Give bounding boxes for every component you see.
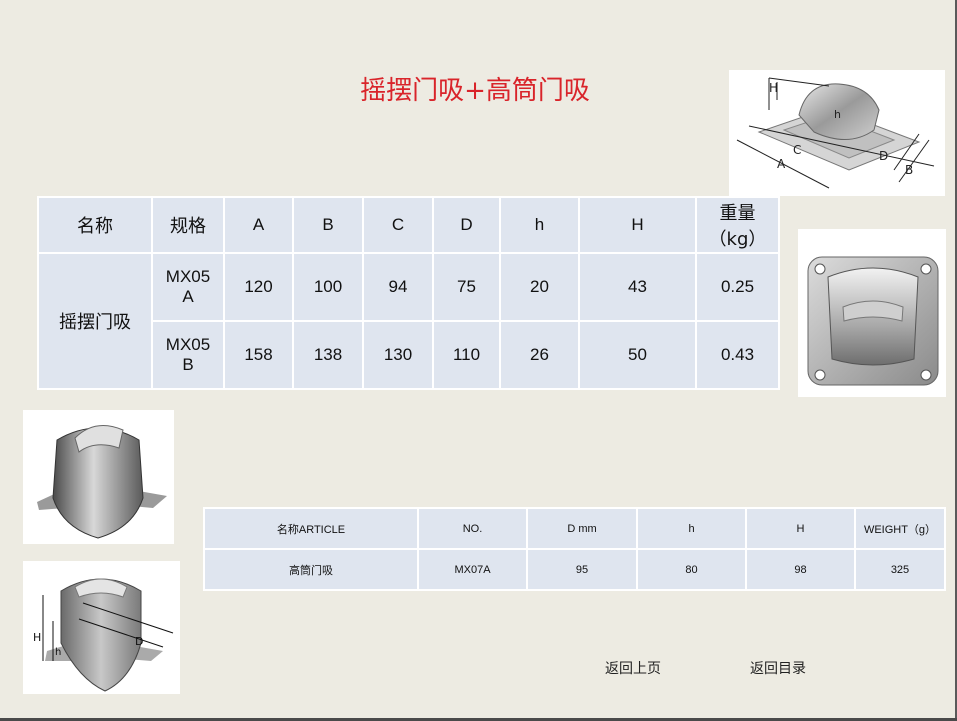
product-name-cell: 摇摆门吸 [37, 252, 153, 390]
table-row: 高筒门吸 MX07A 95 80 98 325 [203, 548, 946, 591]
header-B: B [292, 196, 364, 254]
header-D: D [432, 196, 501, 254]
label-A: A [777, 157, 786, 171]
cell-H: 43 [578, 252, 697, 322]
header-H: H [578, 196, 697, 254]
tall-door-stop-spec-table: 名称ARTICLE NO. D mm h H WEIGHT（g） 高筒门吸 MX… [203, 507, 946, 591]
tall-door-stop-photo [23, 410, 174, 544]
header-H: H [745, 507, 856, 550]
back-to-catalog-link[interactable]: 返回目录 [750, 658, 806, 678]
header-no: NO. [417, 507, 528, 550]
cell-B: 138 [292, 320, 364, 390]
label-h: h [834, 108, 841, 121]
cell-B: 100 [292, 252, 364, 322]
swing-door-stop-photo [798, 229, 946, 397]
label-B: B [905, 163, 913, 177]
cell-no: MX07A [417, 548, 528, 591]
back-previous-page-link[interactable]: 返回上页 [605, 658, 661, 678]
diagram2-label-H: H [33, 631, 41, 644]
cell-H: 98 [745, 548, 856, 591]
header-A: A [223, 196, 294, 254]
spec-cell: MX05 A [151, 252, 225, 322]
cell-A: 120 [223, 252, 294, 322]
cell-h: 26 [499, 320, 580, 390]
header-spec: 规格 [151, 196, 225, 254]
label-C: C [793, 143, 801, 157]
tall-door-stop-diagram: H h D [23, 561, 180, 694]
cell-C: 94 [362, 252, 434, 322]
swing-door-stop-spec-table: 名称 规格 A B C D h H 重量（kg） 摇摆门吸 MX05 A 120 … [37, 196, 780, 390]
header-C: C [362, 196, 434, 254]
label-D: D [879, 149, 888, 163]
cell-article: 高筒门吸 [203, 548, 419, 591]
diagram2-label-h: h [55, 647, 61, 658]
spec-line1: MX05 [165, 335, 211, 354]
header-weight: 重量（kg） [695, 196, 780, 254]
cell-C: 130 [362, 320, 434, 390]
header-name: 名称 [37, 196, 153, 254]
table-header-row: 名称 规格 A B C D h H 重量（kg） [37, 196, 780, 254]
page-title: 摇摆门吸+高筒门吸 [360, 76, 590, 106]
header-h: h [636, 507, 747, 550]
spec-line1: MX05 [165, 267, 211, 286]
cell-A: 158 [223, 320, 294, 390]
spec-cell: MX05 B [151, 320, 225, 390]
cell-D: 110 [432, 320, 501, 390]
cell-D: 75 [432, 252, 501, 322]
cell-weight: 0.43 [695, 320, 780, 390]
cell-h: 80 [636, 548, 747, 591]
header-d-mm: D mm [526, 507, 638, 550]
header-article: 名称ARTICLE [203, 507, 419, 550]
diagram2-label-D: D [135, 635, 143, 648]
dimension-diagram-image: H h A B C D [729, 70, 945, 196]
cell-d-mm: 95 [526, 548, 638, 591]
cell-H: 50 [578, 320, 697, 390]
table-header-row: 名称ARTICLE NO. D mm h H WEIGHT（g） [203, 507, 946, 550]
cell-weight-g: 325 [854, 548, 946, 591]
spec-line2: A [182, 287, 194, 306]
spec-line2: B [182, 355, 194, 374]
label-H: H [769, 81, 778, 95]
table-row: 摇摆门吸 MX05 A 120 100 94 75 20 43 0.25 [37, 252, 780, 390]
header-h: h [499, 196, 580, 254]
cell-weight: 0.25 [695, 252, 780, 322]
header-weight-g: WEIGHT（g） [854, 507, 946, 550]
cell-h: 20 [499, 252, 580, 322]
